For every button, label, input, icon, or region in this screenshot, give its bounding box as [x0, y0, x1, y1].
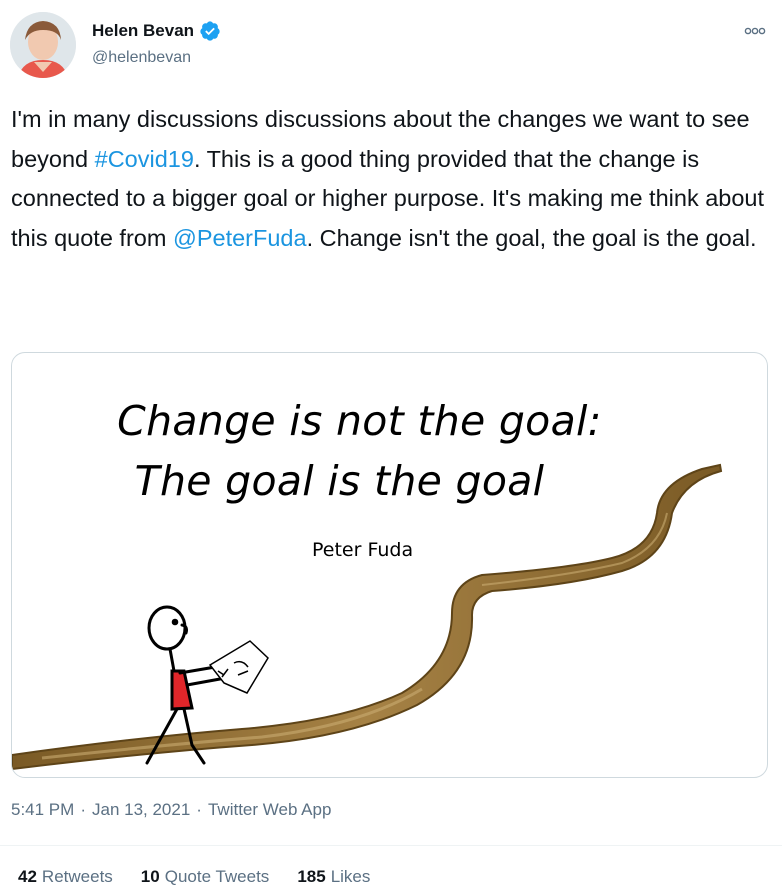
retweets-label: Retweets [41, 867, 113, 886]
quote-line-1: Change is not the goal: [117, 397, 602, 445]
more-options-icon[interactable] [740, 22, 770, 40]
quote-author: Peter Fuda [312, 539, 414, 561]
separator: · [196, 800, 202, 819]
tweet-media-image[interactable]: Change is not the goal: The goal is the … [11, 352, 768, 778]
map-paper [208, 640, 269, 694]
quote-tweets-count: 10 [140, 867, 160, 886]
likes-count: 185 [297, 867, 326, 886]
author-row[interactable]: Helen Bevan [92, 20, 221, 42]
hashtag-link[interactable]: #Covid19 [95, 146, 194, 172]
divider [0, 845, 782, 846]
winding-road [12, 463, 723, 771]
tweet-text-part3: . Change isn't the goal, the goal is the… [306, 224, 757, 251]
author-name[interactable]: Helen Bevan [92, 21, 194, 41]
quote-line-2: The goal is the goal [134, 457, 545, 505]
quote-tweets-stat[interactable]: 10 Quote Tweets [141, 867, 270, 887]
author-handle[interactable]: @helenbevan [92, 49, 191, 67]
mention-link[interactable]: @PeterFuda [173, 225, 307, 251]
verified-badge-icon [200, 21, 220, 41]
tweet-time[interactable]: 5:41 PM [11, 800, 74, 819]
tweet-source[interactable]: Twitter Web App [208, 800, 331, 819]
retweets-stat[interactable]: 42 Retweets [18, 867, 113, 887]
likes-label: Likes [330, 867, 371, 886]
tweet-date[interactable]: Jan 13, 2021 [92, 800, 190, 819]
likes-stat[interactable]: 185 Likes [297, 867, 370, 887]
tweet-text: I'm in many discussions discussions abou… [11, 100, 773, 258]
retweets-count: 42 [18, 867, 37, 886]
avatar[interactable] [10, 12, 76, 78]
quote-tweets-label: Quote Tweets [164, 867, 270, 886]
avatar-image [10, 12, 76, 78]
separator: · [80, 800, 86, 819]
tweet-meta: 5:41 PM · Jan 13, 2021 · Twitter Web App [11, 800, 331, 820]
engagement-stats: 42 Retweets 10 Quote Tweets 185 Likes [18, 867, 370, 887]
